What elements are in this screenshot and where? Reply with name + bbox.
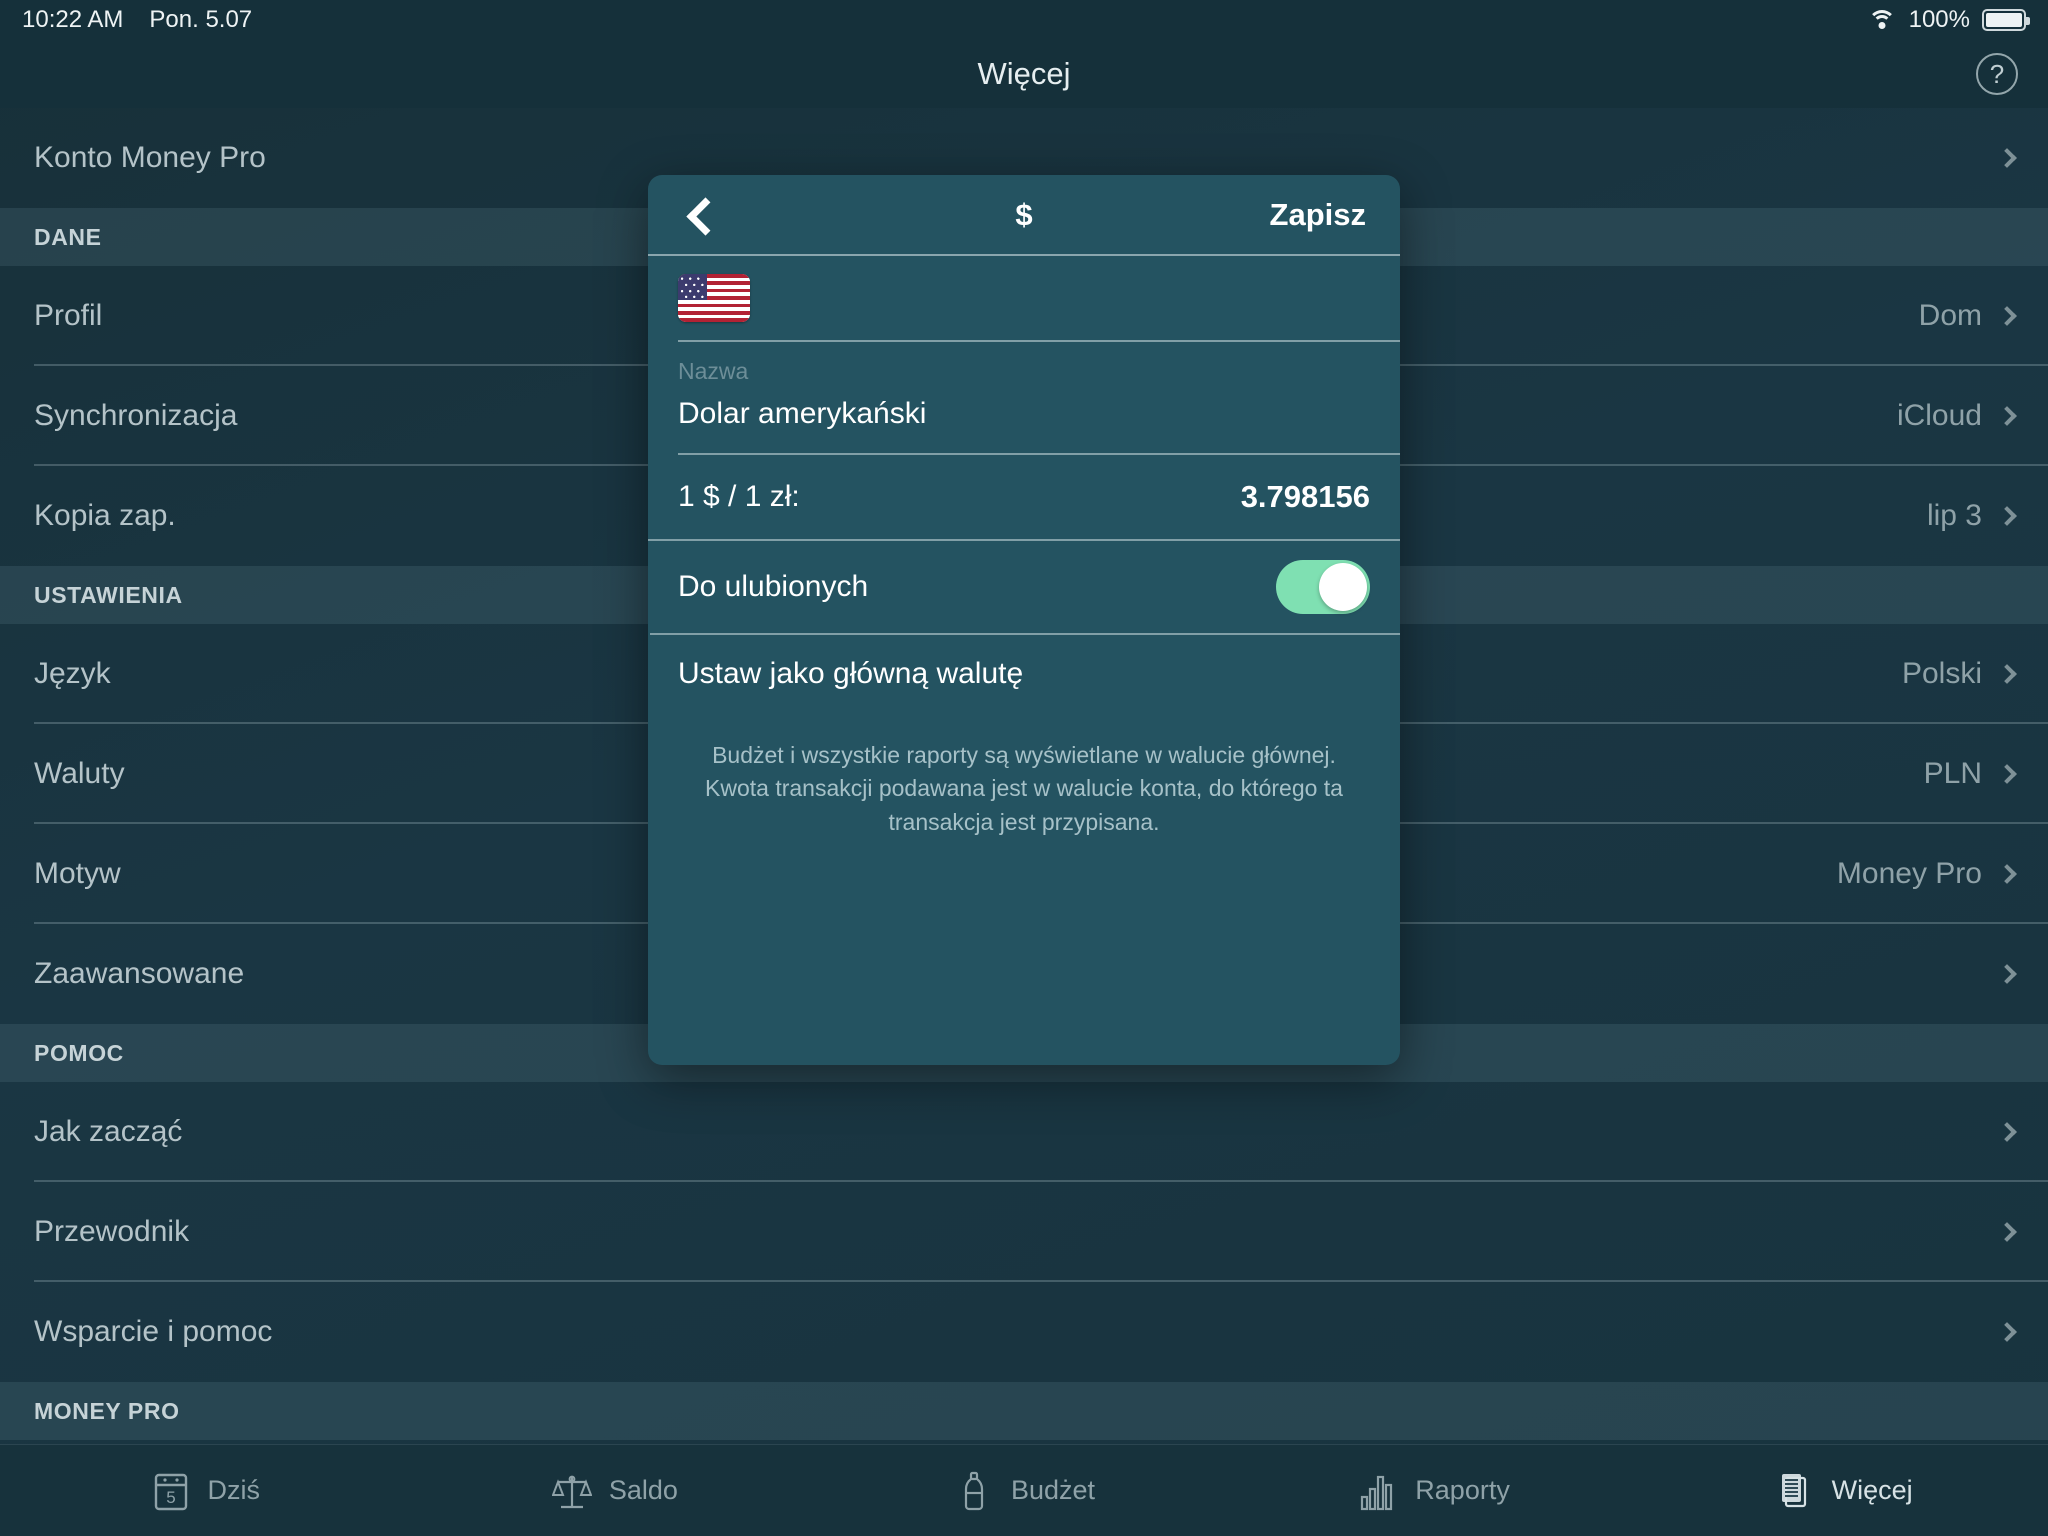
favorite-toggle[interactable] xyxy=(1276,560,1370,614)
scales-icon xyxy=(551,1468,593,1514)
settings-row-value-group: PLN xyxy=(1923,757,2017,791)
bottle-icon xyxy=(953,1468,995,1514)
app-root: 10:22 AM Pon. 5.07 100% Więcej ? Konto M… xyxy=(0,0,2048,1536)
popover-footer-note: Budżet i wszystkie raporty są wyświetlan… xyxy=(705,742,1343,835)
tab-label: Budżet xyxy=(1010,1475,1096,1505)
settings-row-label: Synchronizacja xyxy=(34,399,238,432)
settings-row-label: Jak zacząć xyxy=(34,1115,183,1148)
svg-text:5: 5 xyxy=(166,1488,175,1507)
settings-row[interactable]: Wsparcie i pomoc xyxy=(0,1282,2048,1382)
settings-row-value-group xyxy=(1982,1122,2017,1142)
settings-row-value: Polski xyxy=(1901,657,1982,690)
settings-row[interactable]: Przewodnik xyxy=(0,1182,2048,1282)
tab-dzi-[interactable]: 5 Dziś xyxy=(0,1468,410,1514)
set-main-currency-label: Ustaw jako główną walutę xyxy=(678,657,1024,690)
currency-flag-row[interactable] xyxy=(648,256,1400,340)
tab-raporty[interactable]: Raporty xyxy=(1229,1468,1639,1514)
exchange-rate-label: 1 $ / 1 zł: xyxy=(678,480,800,513)
currency-name-input[interactable]: Dolar amerykański xyxy=(678,397,1370,431)
chevron-right-icon xyxy=(1997,764,2017,784)
settings-row-value: Dom xyxy=(1918,299,1982,332)
status-bar-right: 100% xyxy=(1867,6,2030,34)
save-button[interactable]: Zapisz xyxy=(1270,197,1366,233)
chevron-right-icon xyxy=(1997,506,2017,526)
wifi-icon xyxy=(1867,9,1897,31)
chevron-right-icon xyxy=(1997,864,2017,884)
settings-row-value-group: iCloud xyxy=(1896,399,2017,433)
settings-row-label: Motyw xyxy=(34,857,121,890)
settings-row-value: lip 3 xyxy=(1926,499,1982,532)
exchange-rate-row[interactable]: 1 $ / 1 zł: 3.798156 xyxy=(648,455,1400,539)
favorite-row[interactable]: Do ulubionych xyxy=(648,541,1400,633)
settings-row-value-group xyxy=(1982,148,2017,168)
tab-label: Dziś xyxy=(207,1475,261,1505)
currency-name-field[interactable]: Nazwa Dolar amerykański xyxy=(648,342,1400,453)
favorite-label: Do ulubionych xyxy=(678,570,869,603)
chevron-left-icon[interactable] xyxy=(682,198,716,232)
status-date: Pon. 5.07 xyxy=(149,6,253,33)
section-header: MONEY PRO xyxy=(0,1382,2048,1440)
tab-bud-et[interactable]: Budżet xyxy=(819,1468,1229,1514)
settings-row-value-group: Dom xyxy=(1918,299,2017,333)
tab-label: Raporty xyxy=(1415,1475,1510,1505)
chevron-right-icon xyxy=(1997,306,2017,326)
settings-row-value: Money Pro xyxy=(1836,857,1982,890)
page-title: Więcej xyxy=(977,56,1071,91)
status-time: 10:22 AM xyxy=(22,6,124,33)
exchange-rate-input[interactable]: 3.798156 xyxy=(1241,479,1370,515)
chevron-right-icon xyxy=(1997,406,2017,426)
settings-row-value-group xyxy=(1982,1222,2017,1242)
settings-row-label: Przewodnik xyxy=(34,1215,190,1248)
tab-label: Więcej xyxy=(1831,1475,1913,1505)
settings-row-label: Zaawansowane xyxy=(34,957,245,990)
navigation-bar: Więcej ? xyxy=(0,40,2048,108)
status-bar: 10:22 AM Pon. 5.07 100% xyxy=(0,0,2048,40)
chevron-right-icon xyxy=(1997,1122,2017,1142)
settings-row-value-group xyxy=(1982,1322,2017,1342)
chevron-right-icon xyxy=(1997,664,2017,684)
settings-row-label: Wsparcie i pomoc xyxy=(34,1315,273,1348)
settings-row-value: iCloud xyxy=(1896,399,1982,432)
settings-row-value-group: lip 3 xyxy=(1926,499,2017,533)
settings-row-value-group xyxy=(1982,964,2017,984)
settings-row-label: Język xyxy=(34,657,111,690)
tab-label: Saldo xyxy=(608,1475,678,1505)
set-main-currency-button[interactable]: Ustaw jako główną walutę xyxy=(648,635,1400,713)
tab-saldo[interactable]: Saldo xyxy=(410,1468,820,1514)
status-bar-left: 10:22 AM Pon. 5.07 xyxy=(22,6,252,34)
settings-row-label: Konto Money Pro xyxy=(34,141,266,174)
flag-united-states-icon xyxy=(678,274,750,322)
battery-full-icon xyxy=(1982,9,2030,31)
tab-bar[interactable]: 5 Dziś Saldo Budżet Raporty Więcej xyxy=(0,1444,2048,1536)
chevron-right-icon xyxy=(1997,1222,2017,1242)
chevron-right-icon xyxy=(1997,964,2017,984)
chevron-right-icon xyxy=(1997,1322,2017,1342)
popover-header: $ Zapisz xyxy=(648,175,1400,256)
documents-icon xyxy=(1774,1468,1816,1514)
settings-row[interactable]: Jak zacząć xyxy=(0,1082,2048,1182)
bar-chart-icon xyxy=(1357,1468,1399,1514)
question-mark-circle-icon[interactable]: ? xyxy=(1976,53,2018,95)
chevron-right-icon xyxy=(1997,148,2017,168)
settings-row-label: Profil xyxy=(34,299,103,332)
settings-row-label: Waluty xyxy=(34,757,125,790)
currency-name-caption: Nazwa xyxy=(678,358,749,384)
settings-row-label: Kopia zap. xyxy=(34,499,176,532)
settings-row-value: PLN xyxy=(1923,757,1982,790)
settings-row-value-group: Money Pro xyxy=(1836,857,2017,891)
calendar-icon: 5 xyxy=(150,1468,192,1514)
settings-row-value-group: Polski xyxy=(1901,657,2017,691)
battery-percent-label: 100% xyxy=(1908,6,1970,33)
tab-wi-cej[interactable]: Więcej xyxy=(1638,1468,2048,1514)
currency-edit-popover: $ Zapisz Nazwa Dolar amerykański 1 $ / 1… xyxy=(648,175,1400,1065)
